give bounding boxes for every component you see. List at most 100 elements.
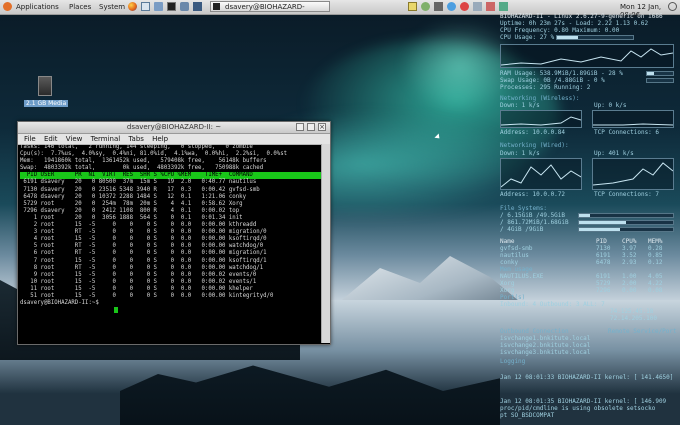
terminal-line: 51 root 15 -5 0 0 0 S 0 0.0 0:00.00 kint…	[20, 292, 274, 299]
bar-fill	[647, 72, 655, 75]
process-header: Name PID CPU% MEM%	[500, 238, 672, 245]
wireless-down-graph-line	[500, 116, 582, 126]
close-icon[interactable]: ×	[318, 123, 326, 131]
wired-up-graph-line	[592, 162, 674, 186]
proc-col-pid: PID	[596, 238, 607, 245]
menu-file[interactable]: File	[24, 135, 36, 143]
process-cell: 7130	[596, 245, 611, 252]
home-launcher-icon[interactable]	[141, 2, 150, 11]
terminal-launcher-icon[interactable]	[167, 2, 176, 11]
fs-third: / 4GiB /9GiB	[500, 226, 544, 233]
conky-host: BIOHAZARD-II - Linux 2.6.27-9-generic on…	[500, 13, 663, 20]
bar-fill	[557, 36, 578, 39]
inbound-ip-2: 72.14.205.100	[610, 315, 657, 322]
terminal-line: 5729 root 20 0 254m 78m 20m S 4 4.1 0:58…	[20, 200, 243, 207]
media-drive-label: 2.1 GB Media	[24, 100, 69, 107]
menu-help[interactable]: Help	[152, 135, 168, 143]
terminal-titlebar[interactable]: dsavery@BIOHAZARD-II: ~ ×	[18, 122, 330, 134]
menu-places[interactable]: Places	[69, 3, 91, 11]
wireless-tcp: TCP Connections: 6	[594, 129, 660, 136]
wired-heading: Networking (Wired):	[500, 142, 569, 149]
taskbar-terminal-button[interactable]: dsavery@BIOHAZARD-	[210, 1, 330, 12]
maximize-icon[interactable]	[307, 123, 315, 131]
menu-edit[interactable]: Edit	[44, 135, 58, 143]
network-tray-icon[interactable]	[421, 2, 430, 11]
fs-third-bar	[578, 227, 674, 232]
process-cell: 2.93	[622, 259, 637, 266]
monitor-launcher-icon[interactable]	[193, 2, 202, 11]
wireless-heading: Networking (Wireless):	[500, 95, 580, 102]
wireless-down-graph	[500, 110, 582, 128]
wired-down-graph	[500, 158, 582, 190]
logging-heading: Logging	[500, 358, 526, 365]
terminal-line: Swap: 4803392k total, 0k used, 4803392k …	[20, 165, 264, 172]
process-cell: 2.00	[622, 280, 637, 287]
screenshot-launcher-icon[interactable]	[180, 2, 189, 11]
shell-prompt: dsavery@BIOHAZARD-II:~$	[20, 300, 103, 307]
process-row: conky 6478 2.93 0.12	[500, 259, 672, 266]
log-line-2: Jan 12 08:01:35 BIOHAZARD-II kernel: [ 1…	[500, 398, 667, 405]
wired-tcp: TCP Connections: 7	[594, 191, 660, 198]
terminal-line: Mem: 1941860k total, 1361452k used, 5794…	[20, 158, 267, 165]
terminal-cursor	[114, 307, 118, 314]
process-cell: 7296	[596, 287, 611, 294]
chat-tray-icon[interactable]	[447, 2, 456, 11]
ports-heading: Port(s)	[500, 294, 526, 301]
bar-fill	[579, 228, 621, 231]
user-tray-icon[interactable]	[486, 2, 495, 11]
power-icon[interactable]	[668, 2, 677, 11]
firefox-launcher-icon[interactable]	[128, 2, 137, 11]
outbound-host-1: isvchange1.bnkitute.local	[500, 335, 591, 342]
outbound-host-2: isvchange2.bnkitute.local	[500, 342, 591, 349]
terminal-line: 3 root RT -5 0 0 0 S 0 0.0 0:00.00 migra…	[20, 229, 267, 236]
inbound-summary: Inbound: 4 Outbound: 3 ALL: 7	[500, 301, 605, 308]
battery-tray-icon[interactable]	[473, 2, 482, 11]
terminal-scrollbar[interactable]	[321, 144, 330, 343]
menu-system[interactable]: System	[99, 3, 125, 11]
media-drive-desktop-icon[interactable]: 2.1 GB Media	[22, 76, 72, 112]
menu-tabs[interactable]: Tabs	[128, 135, 144, 143]
taskbar-terminal-label: dsavery@BIOHAZARD-	[225, 3, 305, 11]
process-cell: 4.05	[648, 273, 663, 280]
distro-logo-icon[interactable]	[3, 2, 12, 11]
outbound-host-3: isvchange3.bnkitute.local	[500, 349, 591, 356]
process-cell: Xorg	[500, 280, 515, 287]
wired-down-graph-line	[500, 164, 582, 188]
process-cell: nautilus	[500, 252, 529, 259]
process-cell: NAUTILUS.EXE	[500, 273, 544, 280]
terminal-line: Cpu(s): 7.7%us, 4.0%sy, 0.4%ni, 81.0%id,…	[20, 151, 288, 158]
conky-ram: RAM Usage: 538.9MiB/1.89GiB - 28 %	[500, 70, 623, 77]
terminal-window[interactable]: dsavery@BIOHAZARD-II: ~ × File Edit View…	[17, 121, 331, 345]
inbound-ip-1: 74.125.45.18	[610, 308, 654, 315]
wired-down: Down: 1 k/s	[500, 150, 540, 157]
terminal-output[interactable]: Tasks: 146 total, 2 running, 144 sleepin…	[18, 144, 323, 343]
menu-applications[interactable]: Applications	[16, 3, 59, 11]
bar-fill	[579, 214, 591, 217]
wireless-up-graph	[592, 110, 674, 128]
sd-card-icon	[38, 76, 52, 96]
terminal-task-icon	[213, 3, 220, 10]
menu-view[interactable]: View	[66, 135, 83, 143]
update-tray-icon[interactable]	[460, 2, 469, 11]
process-cell: Mem usage	[500, 266, 533, 273]
volume-tray-icon[interactable]	[434, 2, 443, 11]
log-line-4: pt SO_BSDCOMPAT	[500, 412, 555, 419]
process-row: gvfsd-smb 7130 3.97 0.28	[500, 245, 672, 252]
process-cell: conky	[500, 259, 519, 266]
remote-port-heading: Remote Service/Port	[608, 328, 677, 335]
ram-usage-bar	[646, 71, 674, 76]
minimize-icon[interactable]	[296, 123, 304, 131]
extra-tray-icon[interactable]	[499, 2, 508, 11]
notepad-tray-icon[interactable]	[408, 2, 417, 11]
wireless-up: Up: 0 k/s	[594, 102, 627, 109]
log-line-3: proc/pid/cmdline is using obsolete setso…	[500, 405, 656, 412]
swap-usage-bar	[646, 78, 674, 83]
menu-terminal[interactable]: Terminal	[91, 135, 121, 143]
mail-launcher-icon[interactable]	[154, 2, 163, 11]
terminal-line: 8 root RT -5 0 0 0 S 0 0.0 0:00.00 watch…	[20, 264, 264, 271]
terminal-line: 6 root RT -5 0 0 0 S 0 0.0 0:00.00 migra…	[20, 250, 267, 257]
process-cell: 0.00	[622, 287, 637, 294]
process-cell: 4.22	[648, 280, 663, 287]
process-cell: 6191	[596, 273, 611, 280]
log-line-1: Jan 12 08:01:33 BIOHAZARD-II kernel: [ 1…	[500, 374, 674, 381]
